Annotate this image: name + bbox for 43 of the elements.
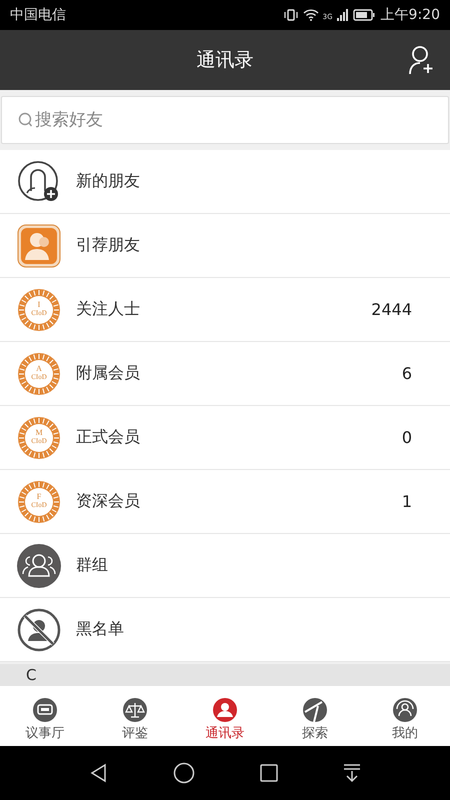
chat-bubble-icon bbox=[32, 697, 58, 723]
page-title: 通讯录 bbox=[196, 48, 254, 73]
search-field[interactable]: 搜索好友 bbox=[1, 96, 449, 144]
item-count: 0 bbox=[402, 428, 412, 447]
tab[interactable]: 通讯录 bbox=[180, 697, 270, 742]
item-label: 新的朋友 bbox=[76, 171, 141, 192]
signal-icon bbox=[336, 9, 349, 21]
tab[interactable]: 议事厅 bbox=[0, 697, 90, 742]
item-count: 6 bbox=[402, 364, 412, 383]
item-label: 关注人士 bbox=[76, 299, 141, 320]
add-person-icon bbox=[17, 160, 61, 204]
tab[interactable]: 我的 bbox=[360, 697, 450, 742]
item-label: 群组 bbox=[76, 555, 109, 576]
vibrate-icon bbox=[282, 9, 299, 21]
search-icon bbox=[18, 112, 32, 128]
item-count: 2444 bbox=[371, 300, 412, 319]
item-label: 资深会员 bbox=[76, 491, 141, 512]
home-icon[interactable] bbox=[173, 762, 195, 784]
wifi-icon bbox=[302, 9, 319, 21]
person-icon bbox=[212, 697, 238, 723]
tab[interactable]: 探索 bbox=[270, 697, 360, 742]
recent-apps-icon[interactable] bbox=[259, 763, 279, 783]
notification-pull-icon[interactable] bbox=[343, 763, 361, 783]
item-label: 正式会员 bbox=[76, 427, 141, 448]
carrier-name: 中国电信 bbox=[10, 6, 66, 24]
contact-category-item[interactable]: 新的朋友 bbox=[0, 150, 450, 214]
item-label: 引荐朋友 bbox=[76, 235, 141, 256]
back-icon[interactable] bbox=[89, 763, 109, 783]
group-icon bbox=[17, 544, 61, 588]
contact-category-item[interactable]: 群组 bbox=[0, 534, 450, 598]
profile-icon bbox=[392, 697, 418, 723]
battery-icon bbox=[352, 9, 375, 21]
person-icon bbox=[17, 224, 61, 268]
tab[interactable]: 评鉴 bbox=[90, 697, 180, 742]
section-letter: C bbox=[26, 666, 36, 684]
item-count: 1 bbox=[402, 492, 412, 511]
item-label: 附属会员 bbox=[76, 363, 141, 384]
blocked-person-icon bbox=[17, 608, 61, 652]
item-label: 黑名单 bbox=[76, 619, 125, 640]
contact-category-item[interactable]: 引荐朋友 bbox=[0, 214, 450, 278]
scale-icon bbox=[122, 697, 148, 723]
clock: 上午9:20 bbox=[380, 6, 440, 24]
contact-category-item[interactable]: 黑名单 bbox=[0, 598, 450, 662]
